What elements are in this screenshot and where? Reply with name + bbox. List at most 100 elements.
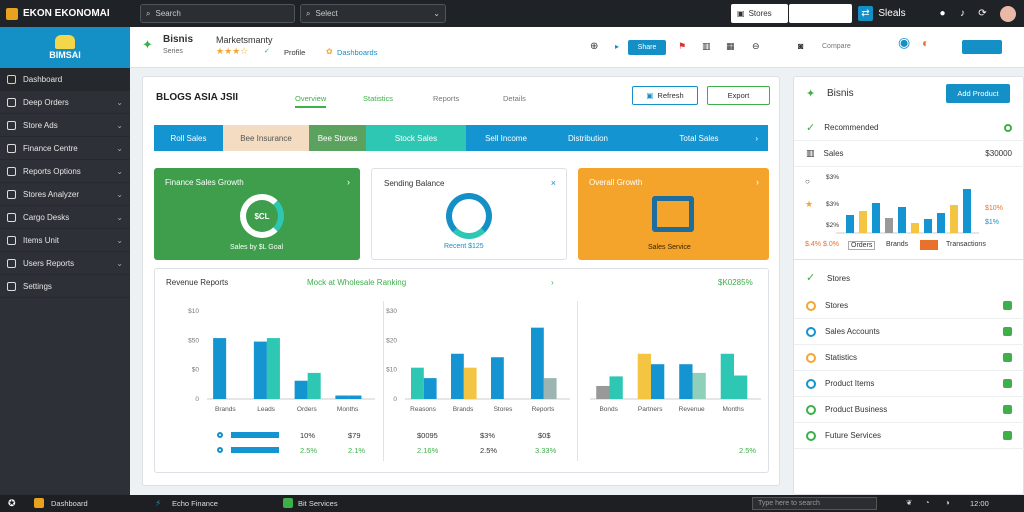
- finance-growth-card[interactable]: Finance Sales Growth › $CL Sales by $L G…: [154, 168, 360, 260]
- search-input[interactable]: ⌕ Search: [140, 4, 295, 23]
- table-icon[interactable]: ▦: [726, 41, 735, 52]
- bar[interactable]: [531, 327, 544, 399]
- bar[interactable]: [266, 338, 280, 399]
- segment-tab[interactable]: Bee Insurance: [223, 125, 309, 151]
- bar[interactable]: [898, 207, 906, 233]
- bar[interactable]: [937, 213, 945, 233]
- sidebar-item[interactable]: Store Ads ⌄: [0, 114, 130, 137]
- select-dropdown[interactable]: ⌕ Select ⌄: [300, 4, 446, 23]
- bar[interactable]: [307, 372, 321, 399]
- calendar-icon[interactable]: ▥: [702, 41, 711, 52]
- sidebar-item[interactable]: Items Unit ⌄: [0, 229, 130, 252]
- bar[interactable]: [950, 205, 958, 233]
- bar[interactable]: [348, 395, 362, 399]
- chevron-right-icon[interactable]: ›: [551, 278, 554, 287]
- avatar[interactable]: [1000, 6, 1016, 22]
- segment-tab[interactable]: Sell Income: [466, 125, 546, 151]
- sidebar-brand[interactable]: BIMSAI: [0, 27, 130, 68]
- bar[interactable]: [411, 367, 424, 399]
- bar[interactable]: [463, 367, 477, 399]
- export-button[interactable]: Export: [707, 86, 770, 105]
- flag-icon[interactable]: ⚑: [678, 41, 686, 52]
- bar[interactable]: [924, 219, 932, 233]
- bar[interactable]: [679, 364, 693, 399]
- help-icon[interactable]: ◉: [898, 34, 910, 51]
- taskbar-item[interactable]: Bit Services: [298, 499, 338, 508]
- bar[interactable]: [734, 375, 748, 399]
- bar[interactable]: [692, 372, 706, 399]
- segment-tab[interactable]: Stock Sales: [366, 125, 466, 151]
- bar[interactable]: [872, 203, 880, 233]
- bar[interactable]: [885, 218, 893, 233]
- taskbar-item[interactable]: Dashboard: [51, 499, 88, 508]
- camera-icon[interactable]: ◙: [798, 41, 803, 51]
- bell-icon[interactable]: ♪: [955, 6, 970, 21]
- list-item[interactable]: Statistics: [794, 345, 1024, 371]
- close-icon[interactable]: ×: [551, 178, 556, 188]
- user-icon[interactable]: ⊕: [590, 41, 598, 52]
- app-icon[interactable]: [34, 498, 44, 508]
- bar[interactable]: [846, 215, 854, 233]
- list-item[interactable]: Product Items: [794, 371, 1024, 397]
- overall-growth-card[interactable]: Overall Growth › Sales Service: [578, 168, 769, 260]
- bar[interactable]: [596, 385, 610, 399]
- list-item[interactable]: Sales Accounts: [794, 319, 1024, 345]
- sidebar-item[interactable]: Stores Analyzer ⌄: [0, 183, 130, 206]
- account-button[interactable]: ▣ Stores: [731, 4, 788, 23]
- list-item[interactable]: Stores: [794, 293, 1024, 319]
- app-icon[interactable]: ⚡: [155, 498, 161, 509]
- bar[interactable]: [543, 378, 557, 399]
- list-item[interactable]: ✓ Recommended: [794, 115, 1024, 141]
- bar[interactable]: [294, 380, 308, 399]
- sidebar-item[interactable]: Users Reports ⌄: [0, 252, 130, 275]
- bar[interactable]: [859, 211, 867, 233]
- segment-tab[interactable]: Total Sales ›: [630, 125, 768, 151]
- bar[interactable]: [335, 395, 349, 399]
- refresh-button[interactable]: ▣ Refresh: [632, 86, 698, 105]
- volume-icon[interactable]: ◑: [945, 498, 950, 507]
- segment-tab[interactable]: Roll Sales: [154, 125, 223, 151]
- notification-icon[interactable]: ●: [935, 6, 950, 21]
- tab[interactable]: Reports: [433, 94, 459, 103]
- segment-tab[interactable]: Bee Stores: [309, 125, 366, 151]
- tag-button[interactable]: [962, 40, 1002, 54]
- bar[interactable]: [911, 223, 919, 233]
- segment-tab[interactable]: Distribution: [546, 125, 630, 151]
- sidebar-item[interactable]: Cargo Desks ⌄: [0, 206, 130, 229]
- share-button[interactable]: Share: [628, 40, 666, 55]
- start-icon[interactable]: ✪: [8, 498, 16, 509]
- refresh-icon[interactable]: ⟳: [975, 6, 990, 21]
- tab[interactable]: Overview: [295, 94, 327, 108]
- share-icon[interactable]: ⇄: [858, 6, 873, 21]
- account-input[interactable]: [789, 4, 852, 23]
- app-icon[interactable]: [283, 498, 293, 508]
- compare-label[interactable]: Compare: [822, 43, 851, 50]
- bar[interactable]: [637, 353, 652, 399]
- add-product-button[interactable]: Add Product: [946, 84, 1010, 103]
- list-item[interactable]: Product Business: [794, 397, 1024, 423]
- bar[interactable]: [423, 378, 437, 399]
- header-tag-b[interactable]: Dashboards: [337, 48, 377, 57]
- bar[interactable]: [720, 353, 735, 399]
- bar[interactable]: [253, 341, 267, 399]
- tab[interactable]: Statistics: [363, 94, 393, 103]
- sidebar-item[interactable]: Deep Orders ⌄: [0, 91, 130, 114]
- taskbar-item[interactable]: Echo Finance: [172, 499, 218, 508]
- tab[interactable]: Details: [503, 94, 526, 103]
- sidebar-item[interactable]: Settings: [0, 275, 130, 298]
- bar[interactable]: [491, 357, 504, 399]
- list-item[interactable]: Future Services: [794, 423, 1024, 449]
- bar[interactable]: [609, 376, 623, 399]
- sidebar-item[interactable]: Finance Centre ⌄: [0, 137, 130, 160]
- sidebar-item[interactable]: Reports Options ⌄: [0, 160, 130, 183]
- sidebar-item[interactable]: Dashboard: [0, 68, 130, 91]
- wifi-icon[interactable]: ◔: [925, 498, 930, 507]
- sending-balance-card[interactable]: Sending Balance × Recent $125: [371, 168, 567, 260]
- twitter-icon[interactable]: ❦: [906, 498, 912, 507]
- bar[interactable]: [963, 189, 971, 233]
- bar[interactable]: [451, 353, 464, 399]
- taskbar-search[interactable]: Type here to search: [752, 497, 877, 510]
- header-tag-a[interactable]: Profile: [284, 48, 305, 57]
- bar[interactable]: [651, 364, 665, 399]
- filter-icon[interactable]: ⊖: [752, 41, 760, 52]
